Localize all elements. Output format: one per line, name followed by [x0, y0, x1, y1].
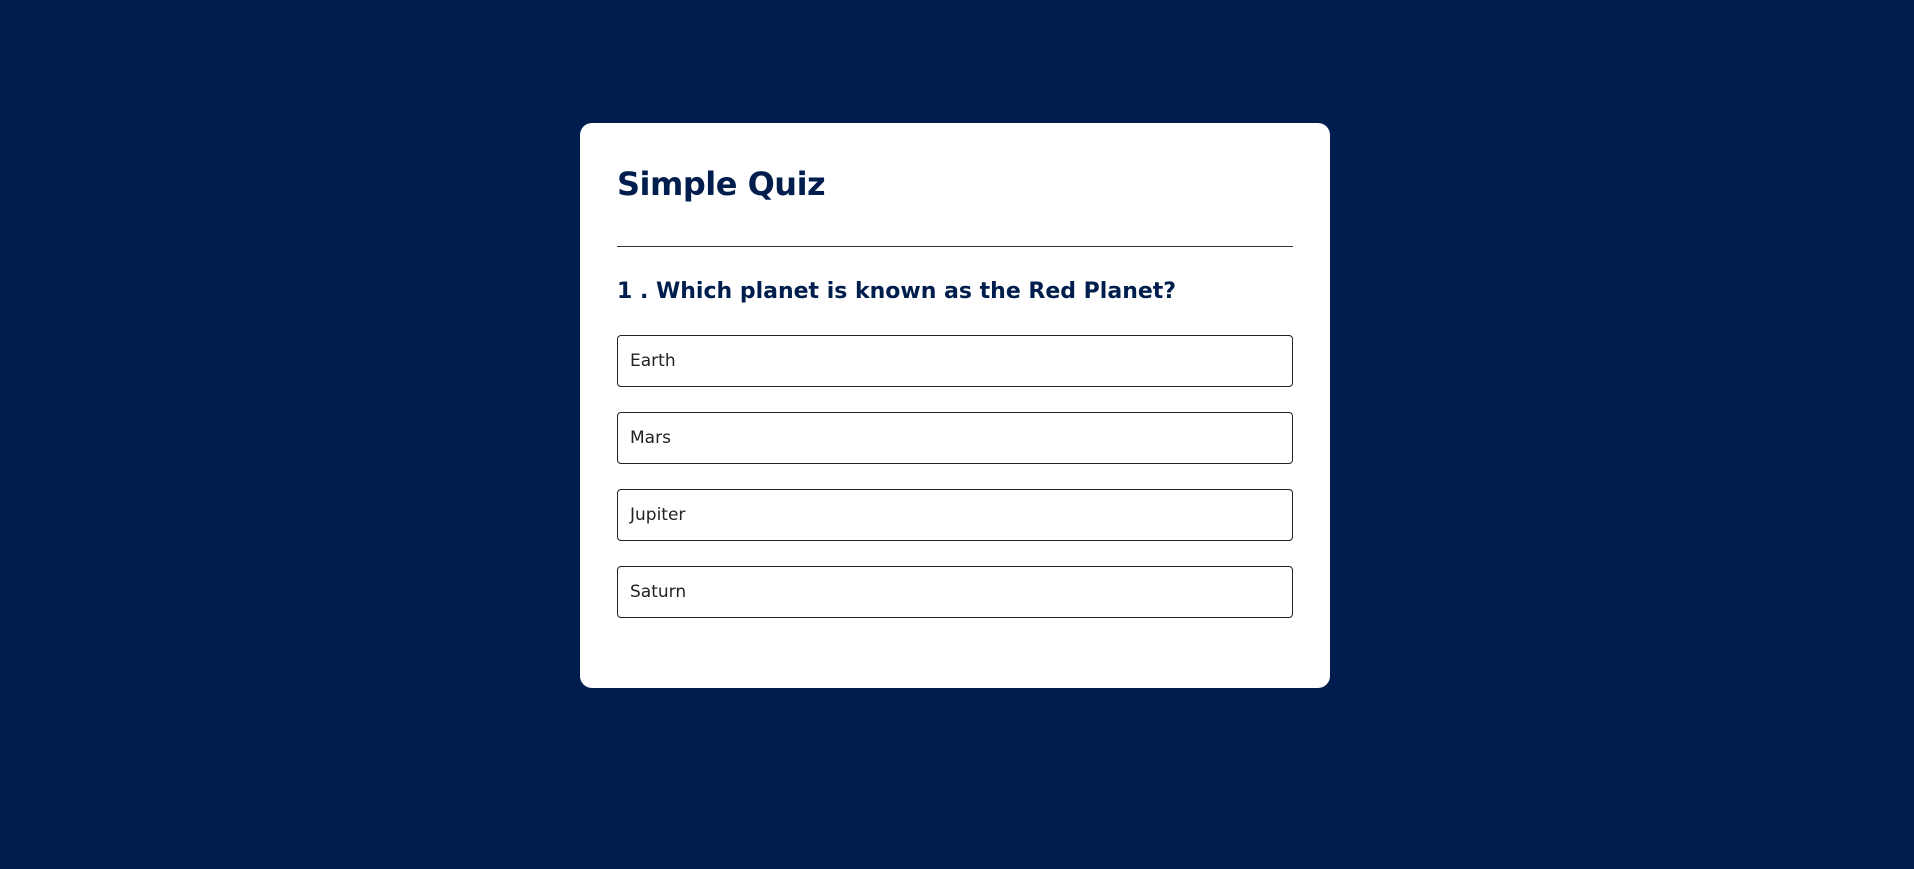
answer-button-jupiter[interactable]: Jupiter [617, 489, 1293, 541]
question-text: 1 . Which planet is known as the Red Pla… [617, 279, 1177, 304]
answer-button-mars[interactable]: Mars [617, 412, 1293, 464]
quiz-title: Simple Quiz [617, 165, 826, 203]
divider [617, 246, 1293, 247]
quiz-card: Simple Quiz 1 . Which planet is known as… [580, 123, 1330, 688]
answer-button-earth[interactable]: Earth [617, 335, 1293, 387]
answer-button-saturn[interactable]: Saturn [617, 566, 1293, 618]
answer-list: Earth Mars Jupiter Saturn [617, 335, 1293, 618]
